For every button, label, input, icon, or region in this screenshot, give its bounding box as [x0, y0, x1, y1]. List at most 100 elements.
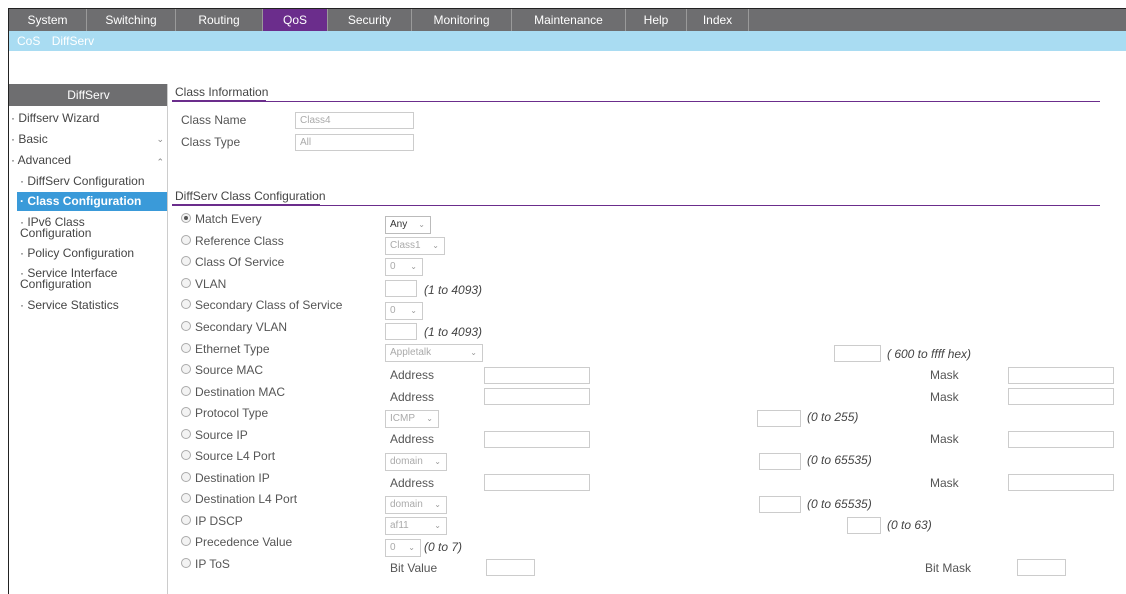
source-mac-label: Source MAC: [195, 363, 264, 377]
source-mac-radio[interactable]: [181, 364, 191, 374]
ip-tos-bit-value-label: Bit Value: [390, 561, 438, 575]
sidebar-item-label: Service Interface Configuration: [20, 266, 118, 291]
tab-security[interactable]: Security: [328, 9, 412, 31]
ip-dscp-field[interactable]: [847, 517, 881, 534]
chevron-down-icon[interactable]: ⌄: [156, 129, 164, 150]
ethernet-type-radio[interactable]: [181, 343, 191, 353]
select-value: 0: [390, 305, 396, 316]
ip-tos-bit-mask-field[interactable]: [1017, 559, 1066, 576]
class-name-field[interactable]: Class4: [295, 112, 414, 129]
select-value: Class1: [390, 240, 421, 251]
tab-switching[interactable]: Switching: [87, 9, 176, 31]
source-ip-label: Source IP: [195, 428, 248, 442]
destination-l4-port-select[interactable]: domain ⌄: [385, 496, 447, 514]
sidebar-item-service-statistics[interactable]: · Service Statistics: [9, 294, 168, 316]
ip-dscp-label: IP DSCP: [195, 514, 243, 528]
ip-dscp-select[interactable]: af11 ⌄: [385, 517, 447, 535]
tab-monitoring[interactable]: Monitoring: [412, 9, 512, 31]
chevron-down-icon: ⌄: [432, 241, 439, 250]
vlan-field[interactable]: [385, 280, 417, 297]
select-value: Appletalk: [390, 347, 432, 358]
destination-mac-mask-field[interactable]: [1008, 388, 1114, 405]
tab-qos[interactable]: QoS: [263, 9, 328, 31]
sidebar-item-label: Basic: [18, 132, 48, 146]
precedence-value-label: Precedence Value: [195, 535, 293, 549]
ip-tos-bit-value-field[interactable]: [486, 559, 535, 576]
source-mac-mask-field[interactable]: [1008, 367, 1114, 384]
chevron-down-icon: ⌄: [470, 348, 477, 357]
destination-l4-port-range: (0 to 65535): [807, 497, 872, 511]
ethernet-type-range: ( 600 to ffff hex): [887, 347, 972, 361]
secondary-vlan-field[interactable]: [385, 323, 417, 340]
sidebar: DiffServ · Diffserv Wizard · Basic ⌄ · Ad…: [9, 84, 168, 316]
tab-system[interactable]: System: [9, 9, 87, 31]
source-l4-port-range: (0 to 65535): [807, 453, 872, 467]
destination-mac-label: Destination MAC: [195, 385, 286, 399]
sidebar-item-diffserv-configuration[interactable]: · DiffServ Configuration: [9, 171, 168, 192]
subnav-cos[interactable]: CoS: [17, 34, 40, 48]
tab-index[interactable]: Index: [687, 9, 749, 31]
sub-nav: CoS DiffServ: [9, 31, 1126, 51]
match-every-select[interactable]: Any ⌄: [385, 216, 431, 234]
destination-ip-radio[interactable]: [181, 472, 191, 482]
reference-class-radio[interactable]: [181, 235, 191, 245]
sidebar-item-advanced[interactable]: · Advanced ⌃: [9, 150, 168, 171]
protocol-type-field[interactable]: [757, 410, 801, 427]
source-l4-port-label: Source L4 Port: [195, 449, 276, 463]
sidebar-item-basic[interactable]: · Basic ⌄: [9, 129, 168, 150]
destination-mac-mask-label: Mask: [930, 390, 959, 404]
source-l4-port-radio[interactable]: [181, 450, 191, 460]
destination-ip-address-field[interactable]: [484, 474, 590, 491]
source-l4-port-field[interactable]: [759, 453, 801, 470]
source-mac-address-label: Address: [390, 368, 435, 382]
sidebar-item-class-configuration[interactable]: · Class Configuration: [17, 192, 167, 211]
sidebar-item-label: DiffServ Configuration: [27, 174, 145, 188]
destination-l4-port-radio[interactable]: [181, 493, 191, 503]
ip-dscp-radio[interactable]: [181, 515, 191, 525]
ip-tos-radio[interactable]: [181, 558, 191, 568]
class-of-service-select[interactable]: 0 ⌄: [385, 258, 423, 276]
destination-ip-mask-field[interactable]: [1008, 474, 1114, 491]
tab-help[interactable]: Help: [626, 9, 687, 31]
tab-routing[interactable]: Routing: [176, 9, 263, 31]
vlan-radio[interactable]: [181, 278, 191, 288]
protocol-type-label: Protocol Type: [195, 406, 269, 420]
precedence-value-select[interactable]: 0 ⌄: [385, 539, 421, 557]
sidebar-item-policy-configuration[interactable]: · Policy Configuration: [9, 241, 168, 265]
destination-mac-address-field[interactable]: [484, 388, 590, 405]
class-type-field[interactable]: All: [295, 134, 414, 151]
chevron-down-icon: ⌄: [410, 262, 417, 271]
match-every-radio[interactable]: [181, 213, 191, 223]
chevron-up-icon[interactable]: ⌃: [156, 152, 164, 173]
source-ip-mask-field[interactable]: [1008, 431, 1114, 448]
chevron-down-icon: ⌄: [434, 457, 441, 466]
reference-class-select[interactable]: Class1 ⌄: [385, 237, 445, 255]
destination-mac-radio[interactable]: [181, 386, 191, 396]
source-l4-port-select[interactable]: domain ⌄: [385, 453, 447, 471]
subnav-diffserv[interactable]: DiffServ: [52, 34, 94, 48]
source-ip-address-field[interactable]: [484, 431, 590, 448]
secondary-vlan-range: (1 to 4093): [424, 325, 483, 339]
ip-tos-label: IP ToS: [195, 557, 230, 571]
protocol-type-radio[interactable]: [181, 407, 191, 417]
ethernet-type-select[interactable]: Appletalk ⌄: [385, 344, 483, 362]
tab-maintenance[interactable]: Maintenance: [512, 9, 626, 31]
destination-l4-port-field[interactable]: [759, 496, 801, 513]
chevron-down-icon: ⌄: [434, 521, 441, 530]
source-ip-radio[interactable]: [181, 429, 191, 439]
source-mac-address-field[interactable]: [484, 367, 590, 384]
sidebar-item-service-interface-configuration[interactable]: · Service Interface Configuration: [9, 265, 159, 290]
ethernet-type-field[interactable]: [834, 345, 881, 362]
secondary-vlan-radio[interactable]: [181, 321, 191, 331]
precedence-value-radio[interactable]: [181, 536, 191, 546]
protocol-type-select[interactable]: ICMP ⌄: [385, 410, 439, 428]
sidebar-item-ipv6-class-configuration[interactable]: · IPv6 Class Configuration: [9, 211, 159, 239]
secondary-cos-label: Secondary Class of Service: [195, 298, 343, 312]
sidebar-divider: [167, 84, 168, 594]
secondary-cos-radio[interactable]: [181, 299, 191, 309]
secondary-cos-select[interactable]: 0 ⌄: [385, 302, 423, 320]
ip-tos-bit-mask-label: Bit Mask: [925, 561, 972, 575]
class-of-service-radio[interactable]: [181, 256, 191, 266]
chevron-down-icon: ⌄: [418, 220, 425, 229]
sidebar-item-diffserv-wizard[interactable]: · Diffserv Wizard: [9, 108, 168, 129]
